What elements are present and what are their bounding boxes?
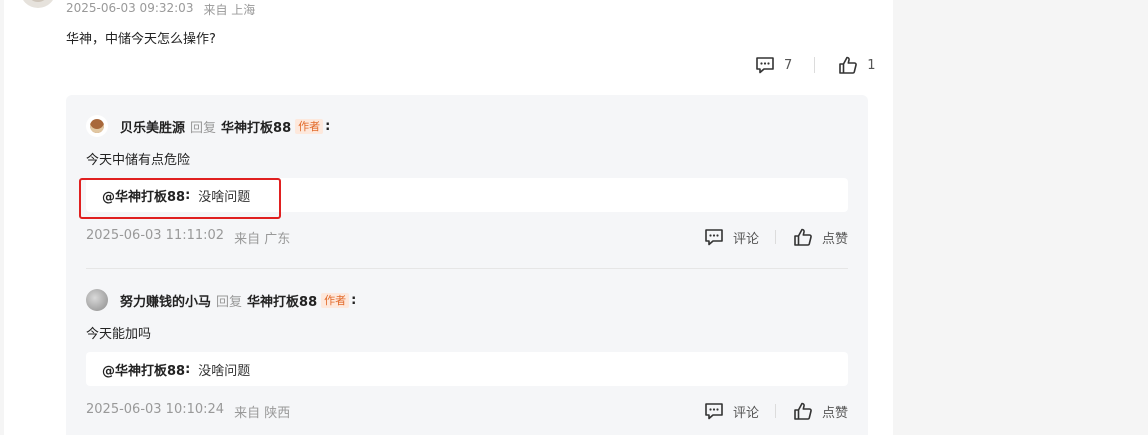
reply-header: 努力赚钱的小马 回复 华神打板88 作者 : bbox=[86, 289, 848, 311]
reply-comment-label: 评论 bbox=[732, 405, 759, 421]
post-comment-button[interactable]: 7 bbox=[754, 54, 792, 76]
author-badge: 作者 bbox=[321, 292, 350, 308]
thumbs-up-icon bbox=[794, 402, 812, 420]
reply-footer: 2025-06-03 10:10:24 来自 陕西 评论 点赞 bbox=[86, 400, 848, 422]
reply-meta: 2025-06-03 11:11:02 来自 广东 bbox=[86, 228, 290, 247]
reply-colon: : bbox=[325, 118, 331, 134]
reply-username[interactable]: 贝乐美胜源 bbox=[120, 117, 185, 136]
action-separator bbox=[814, 57, 816, 73]
post-author-avatar[interactable] bbox=[20, 0, 56, 8]
reply-word: 回复 bbox=[216, 294, 243, 310]
action-separator bbox=[774, 404, 776, 418]
post-text: 华神，中储今天怎么操作? bbox=[66, 32, 216, 47]
reply-word: 回复 bbox=[190, 120, 217, 136]
reply-meta: 2025-06-03 10:10:24 来自 陕西 bbox=[86, 402, 290, 421]
quoted-text: 没啥问题 bbox=[198, 363, 251, 379]
post-location: 来自 上海 bbox=[203, 3, 256, 17]
reply-divider bbox=[86, 268, 848, 269]
reply-footer: 2025-06-03 11:11:02 来自 广东 评论 点赞 bbox=[86, 226, 848, 248]
post-actions: 7 1 bbox=[754, 54, 876, 76]
reply-like-label: 点赞 bbox=[821, 405, 848, 421]
post-comment-count: 7 bbox=[784, 57, 793, 73]
post-like-count: 1 bbox=[867, 57, 876, 73]
reply-timestamp: 2025-06-03 11:11:02 bbox=[86, 227, 225, 243]
quoted-colon: : bbox=[185, 361, 191, 377]
reply-comment-button[interactable]: 评论 bbox=[703, 226, 759, 248]
reply-avatar[interactable] bbox=[86, 115, 108, 137]
reply-text: 今天中储有点危险 bbox=[86, 153, 191, 168]
thumbs-up-icon bbox=[839, 56, 858, 74]
reply-like-button[interactable]: 点赞 bbox=[792, 226, 848, 248]
reply-header: 贝乐美胜源 回复 华神打板88 作者 : bbox=[86, 115, 848, 137]
post-timestamp: 2025-06-03 09:32:03 bbox=[66, 1, 194, 15]
quoted-username[interactable]: @华神打板88 bbox=[102, 360, 185, 379]
quoted-reply: @华神打板88 : 没啥问题 bbox=[86, 352, 848, 386]
reply-colon: : bbox=[351, 292, 357, 308]
reply-target-username[interactable]: 华神打板88 bbox=[247, 291, 317, 310]
right-sidebar bbox=[893, 0, 1148, 435]
reply-location: 来自 陕西 bbox=[234, 405, 291, 421]
highlight-annotation-box bbox=[79, 178, 281, 219]
reply-actions: 评论 点赞 bbox=[703, 226, 848, 248]
reply-timestamp: 2025-06-03 10:10:24 bbox=[86, 401, 225, 417]
action-separator bbox=[774, 230, 776, 244]
reply-like-label: 点赞 bbox=[821, 231, 848, 247]
reply-list: 贝乐美胜源 回复 华神打板88 作者 : 今天中储有点危险 @华神打板88 : … bbox=[66, 95, 868, 435]
comment-panel: 2025-06-03 09:32:03 来自 上海 华神，中储今天怎么操作? 7… bbox=[4, 0, 893, 435]
comment-icon bbox=[705, 403, 723, 420]
reply-target-username[interactable]: 华神打板88 bbox=[221, 117, 291, 136]
comment-icon bbox=[705, 229, 723, 246]
post-meta: 2025-06-03 09:32:03 来自 上海 bbox=[66, 1, 255, 18]
reply-comment-button[interactable]: 评论 bbox=[703, 400, 759, 422]
post-like-button[interactable]: 1 bbox=[837, 54, 876, 76]
reply-text: 今天能加吗 bbox=[86, 327, 152, 342]
page: 2025-06-03 09:32:03 来自 上海 华神，中储今天怎么操作? 7… bbox=[0, 0, 1148, 435]
reply-avatar[interactable] bbox=[86, 289, 108, 311]
reply-actions: 评论 点赞 bbox=[703, 400, 848, 422]
author-badge: 作者 bbox=[295, 118, 324, 134]
thumbs-up-icon bbox=[794, 228, 812, 246]
comment-icon bbox=[756, 57, 774, 74]
reply-location: 来自 广东 bbox=[234, 231, 291, 247]
reply-comment-label: 评论 bbox=[732, 231, 759, 247]
reply-username[interactable]: 努力赚钱的小马 bbox=[120, 291, 211, 310]
reply-like-button[interactable]: 点赞 bbox=[792, 400, 848, 422]
reply-item: 努力赚钱的小马 回复 华神打板88 作者 : 今天能加吗 @华神打板88 : 没… bbox=[86, 289, 848, 422]
